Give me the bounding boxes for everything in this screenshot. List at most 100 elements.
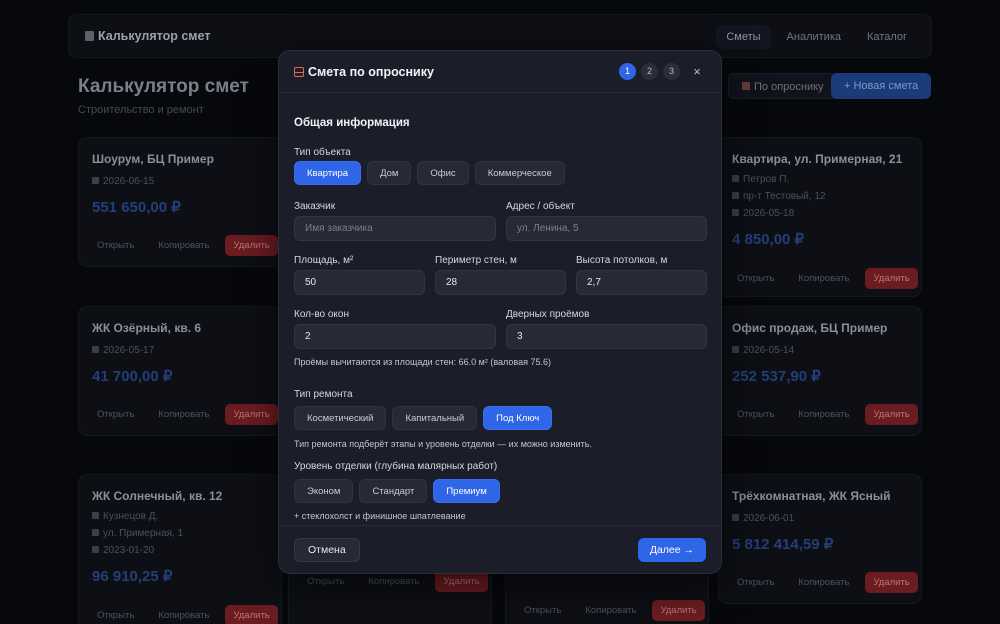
copy-button[interactable]: Копировать — [150, 235, 217, 256]
copy-button[interactable]: Копировать — [577, 600, 644, 621]
open-button[interactable]: Открыть — [729, 572, 782, 593]
nav-analytics[interactable]: Аналитика — [777, 25, 851, 49]
card-date: 2026-06-01 — [732, 513, 794, 524]
step-indicator: 1 2 3 — [619, 63, 680, 80]
copy-button[interactable]: Копировать — [150, 404, 217, 425]
delete-button[interactable]: Удалить — [865, 268, 918, 289]
finish-level-economy[interactable]: Эконом — [294, 479, 354, 503]
delete-button[interactable]: Удалить — [225, 235, 278, 256]
area-input[interactable] — [294, 270, 425, 295]
next-button[interactable]: Далее → — [637, 538, 706, 562]
finish-level-label: Уровень отделки (глубина малярных работ) — [294, 461, 498, 472]
finish-level-group: Эконом Стандарт Премиум — [294, 479, 500, 503]
card-actions: Открыть Копировать Удалить — [89, 605, 278, 624]
client-label: Заказчик — [294, 201, 336, 212]
repair-type-note: Тип ремонта подберёт этапы и уровень отд… — [294, 439, 592, 449]
section-title: Общая информация — [294, 117, 410, 129]
estimate-card[interactable]: Трёхкомнатная, ЖК Ясный 2026-06-01 5 812… — [718, 474, 922, 604]
client-input[interactable] — [294, 216, 496, 241]
open-button[interactable]: Открыть — [299, 571, 352, 592]
card-client: Кузнецов Д. — [92, 511, 158, 522]
finish-level-premium[interactable]: Премиум — [433, 479, 500, 503]
card-title: Офис продаж, БЦ Пример — [732, 321, 888, 335]
copy-button[interactable]: Копировать — [790, 268, 857, 289]
copy-button[interactable]: Копировать — [790, 572, 857, 593]
delete-button[interactable]: Удалить — [435, 571, 488, 592]
object-type-office[interactable]: Офис — [417, 161, 469, 185]
card-price: 96 910,25 ₽ — [92, 568, 173, 585]
open-button[interactable]: Открыть — [89, 404, 142, 425]
delete-button[interactable]: Удалить — [865, 404, 918, 425]
pin-icon — [732, 192, 739, 199]
card-title: ЖК Солнечный, кв. 12 — [92, 489, 223, 503]
card-address: ул. Примерная, 1 — [92, 528, 183, 539]
doors-input[interactable] — [506, 324, 707, 349]
step-1[interactable]: 1 — [619, 63, 636, 80]
step-2[interactable]: 2 — [641, 63, 658, 80]
area-label: Площадь, м² — [294, 255, 354, 266]
open-button[interactable]: Открыть — [89, 235, 142, 256]
openings-note: Проёмы вычитаются из площади стен: 66.0 … — [294, 357, 551, 367]
estimate-card[interactable]: Квартира, ул. Примерная, 21 Петров П. пр… — [718, 137, 922, 297]
card-title: Трёхкомнатная, ЖК Ясный — [732, 489, 891, 503]
step-3[interactable]: 3 — [663, 63, 680, 80]
finish-level-standard[interactable]: Стандарт — [359, 479, 428, 503]
calendar-icon — [92, 177, 99, 184]
windows-input[interactable] — [294, 324, 496, 349]
card-date: 2023-01-20 — [92, 545, 154, 556]
card-date: 2026-05-17 — [92, 345, 154, 356]
estimate-card[interactable]: ЖК Солнечный, кв. 12 Кузнецов Д. ул. При… — [78, 474, 282, 624]
estimate-card[interactable]: Офис продаж, БЦ Пример 2026-05-14 252 53… — [718, 306, 922, 436]
repair-type-capital[interactable]: Капитальный — [392, 406, 478, 430]
open-button[interactable]: Открыть — [729, 268, 782, 289]
card-price: 4 850,00 ₽ — [732, 231, 805, 248]
repair-type-group: Косметический Капитальный Под Ключ — [294, 406, 553, 430]
card-date: 2026-05-18 — [732, 208, 794, 219]
cancel-button[interactable]: Отмена — [294, 538, 360, 562]
delete-button[interactable]: Удалить — [225, 605, 278, 624]
brand[interactable]: Калькулятор смет — [85, 29, 210, 43]
estimate-card[interactable]: Шоурум, БЦ Пример 2026-06-15 551 650,00 … — [78, 137, 282, 267]
person-icon — [732, 175, 739, 182]
modal-footer: Отмена Далее → — [279, 525, 721, 573]
questionnaire-button[interactable]: По опроснику — [728, 73, 838, 99]
delete-button[interactable]: Удалить — [652, 600, 705, 621]
pin-icon — [92, 529, 99, 536]
perimeter-label: Периметр стен, м — [435, 255, 517, 266]
open-button[interactable]: Открыть — [729, 404, 782, 425]
card-date: 2026-05-14 — [732, 345, 794, 356]
nav-estimates[interactable]: Сметы — [716, 25, 771, 49]
modal-header: Смета по опроснику 1 2 3 × — [279, 51, 721, 93]
object-type-apartment[interactable]: Квартира — [294, 161, 362, 185]
copy-button[interactable]: Копировать — [790, 404, 857, 425]
copy-button[interactable]: Копировать — [150, 605, 217, 624]
object-type-label: Тип объекта — [294, 147, 351, 158]
close-icon[interactable]: × — [689, 64, 705, 80]
card-client: Петров П. — [732, 174, 789, 185]
delete-button[interactable]: Удалить — [225, 404, 278, 425]
open-button[interactable]: Открыть — [516, 600, 569, 621]
main-nav: Сметы Аналитика Каталог — [716, 25, 917, 49]
estimate-card[interactable]: ЖК Озёрный, кв. 6 2026-05-17 41 700,00 ₽… — [78, 306, 282, 436]
object-type-house[interactable]: Дом — [367, 161, 412, 185]
card-date: 2026-06-15 — [92, 176, 154, 187]
perimeter-input[interactable] — [435, 270, 566, 295]
card-title: Шоурум, БЦ Пример — [92, 152, 214, 166]
calendar-icon — [92, 346, 99, 353]
open-button[interactable]: Открыть — [89, 605, 142, 624]
object-type-commercial[interactable]: Коммерческое — [474, 161, 565, 185]
person-icon — [92, 512, 99, 519]
repair-type-turnkey[interactable]: Под Ключ — [483, 406, 553, 430]
card-title: Квартира, ул. Примерная, 21 — [732, 152, 903, 166]
form-icon — [742, 82, 750, 90]
copy-button[interactable]: Копировать — [360, 571, 427, 592]
repair-type-cosmetic[interactable]: Косметический — [294, 406, 387, 430]
card-actions: Открыть Копировать Удалить — [729, 572, 918, 593]
new-estimate-button[interactable]: + Новая смета — [831, 73, 932, 99]
ceiling-height-input[interactable] — [576, 270, 707, 295]
card-price: 41 700,00 ₽ — [92, 368, 173, 385]
delete-button[interactable]: Удалить — [865, 572, 918, 593]
address-input[interactable] — [506, 216, 707, 241]
nav-catalog[interactable]: Каталог — [857, 25, 917, 49]
card-actions: Открыть Копировать Удалить — [729, 268, 918, 289]
